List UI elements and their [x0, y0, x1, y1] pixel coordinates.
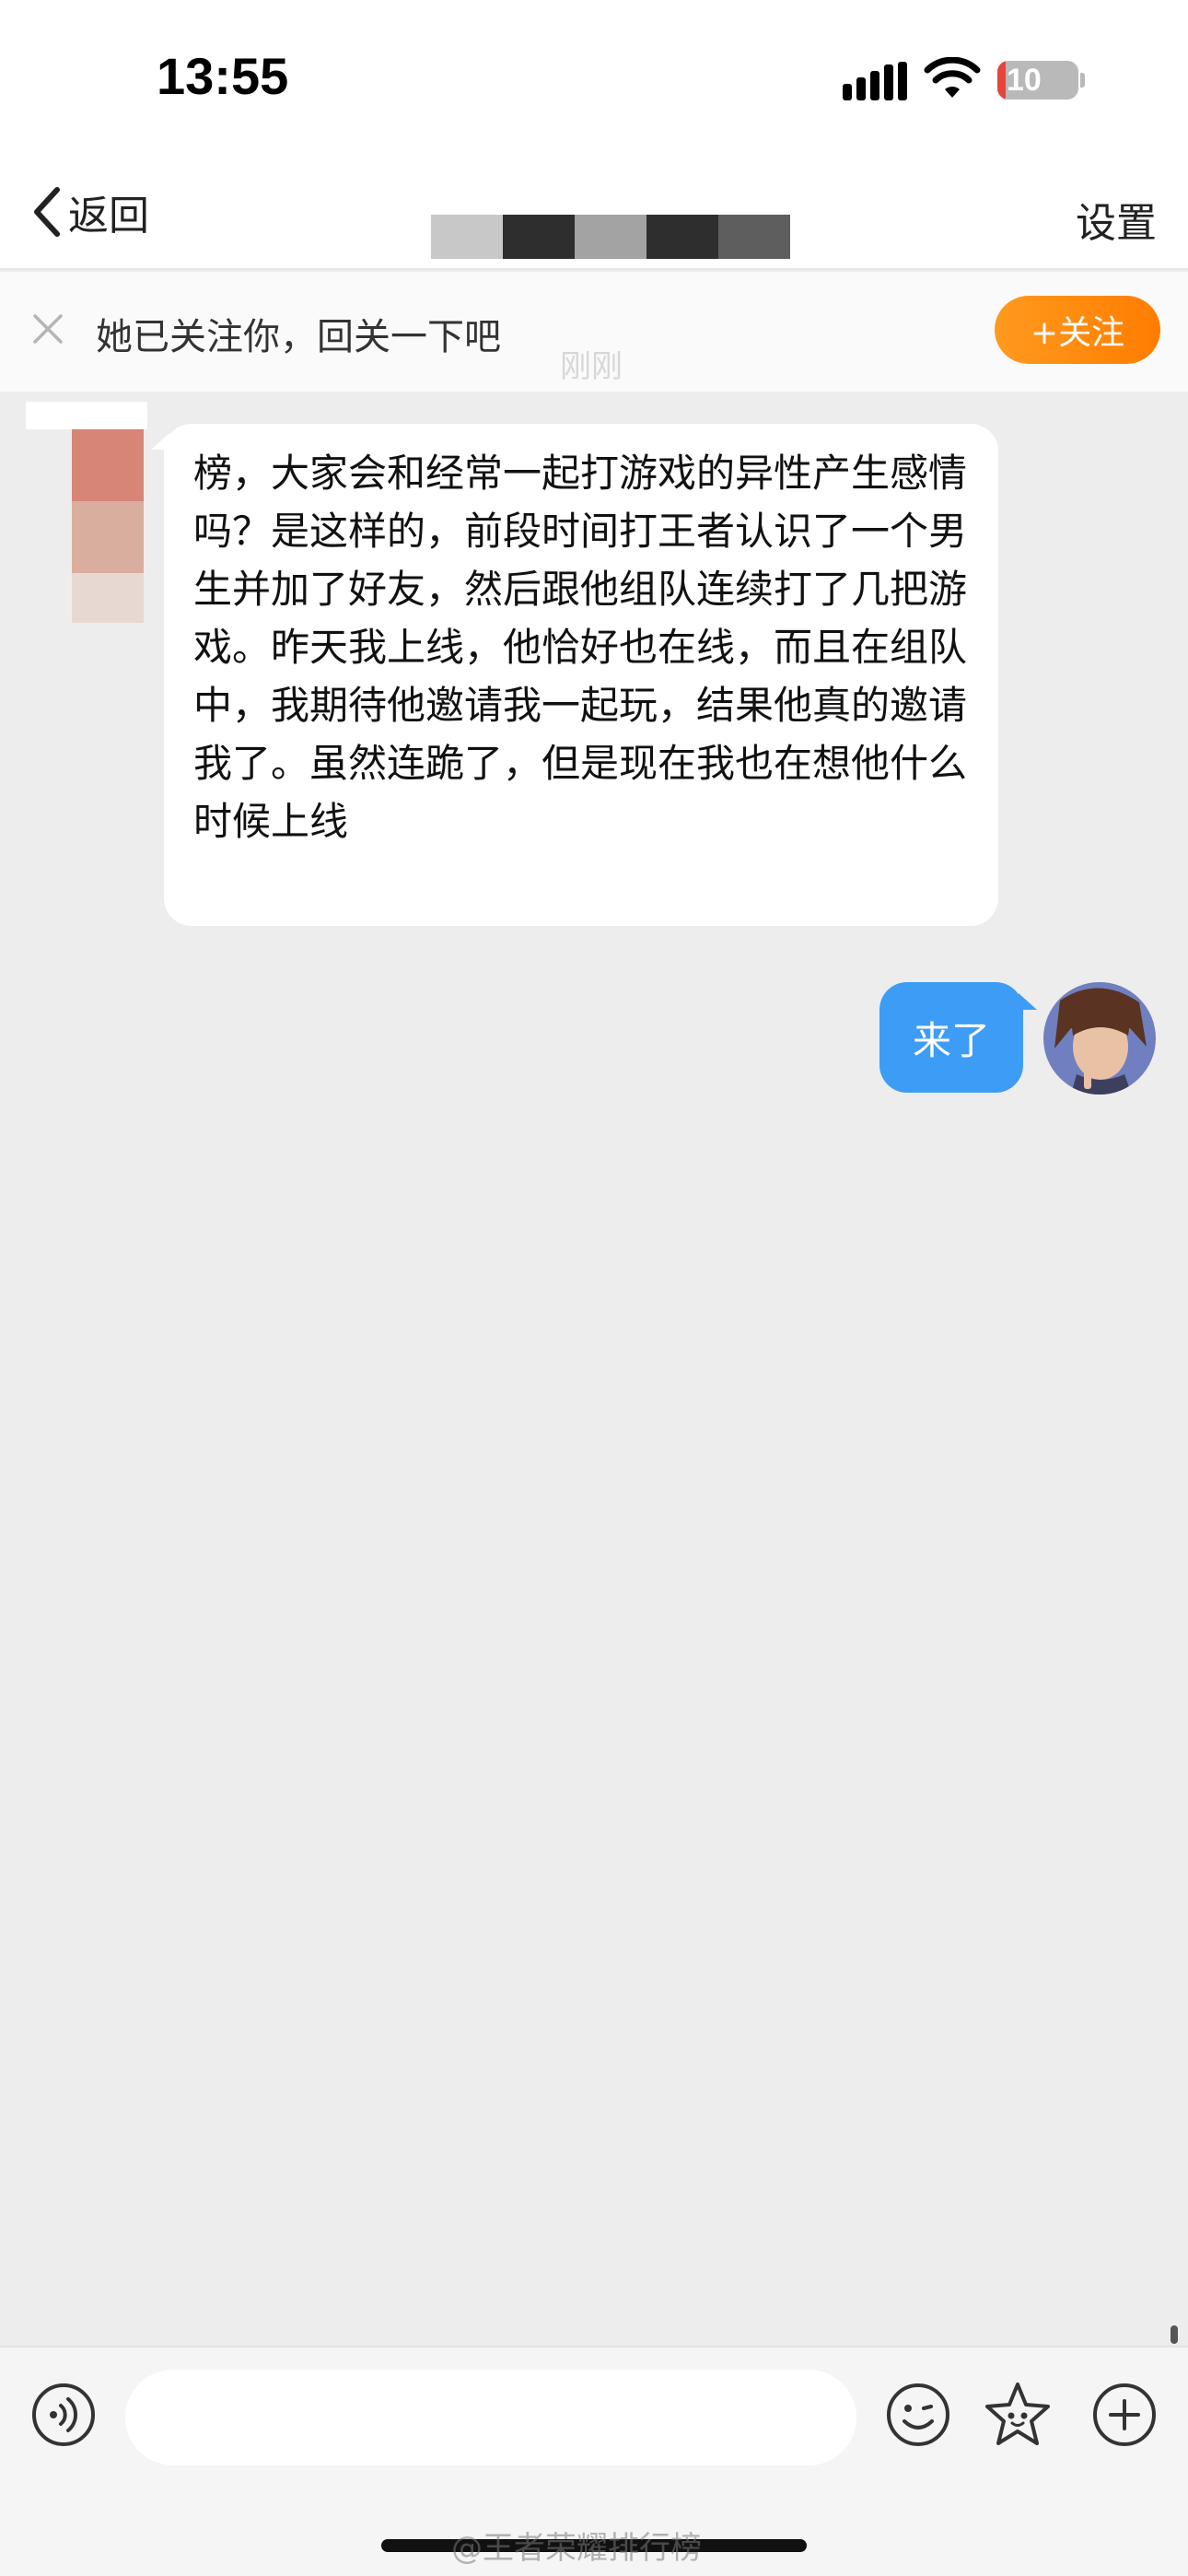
message-input[interactable] — [125, 2370, 856, 2465]
chevron-left-icon — [34, 187, 60, 237]
my-avatar[interactable] — [1043, 982, 1156, 1095]
pixelated-contact-name — [431, 215, 790, 259]
message-timestamp: 刚刚 — [560, 348, 623, 385]
follow-prompt-text: 她已关注你，回关一下吧 — [96, 316, 501, 358]
plus-icon[interactable] — [1092, 2383, 1157, 2447]
battery-fill — [997, 61, 1006, 100]
battery-level: 10 — [1007, 63, 1042, 98]
status-time: 13:55 — [157, 47, 289, 105]
star-icon[interactable] — [984, 2381, 1052, 2447]
back-label: 返回 — [68, 193, 149, 240]
scrollbar[interactable] — [1171, 2325, 1178, 2344]
wifi-icon — [924, 57, 981, 98]
settings-button[interactable]: 设置 — [1076, 190, 1157, 249]
sender-avatar[interactable] — [26, 402, 147, 623]
avatar-mosaic-block — [26, 402, 147, 429]
emoji-icon[interactable] — [886, 2383, 950, 2447]
avatar-mosaic-block — [72, 429, 144, 501]
back-button[interactable]: 返回 — [29, 182, 149, 241]
bubble-tail — [1019, 993, 1037, 1010]
nav-bar: 返回 设置 — [0, 157, 1188, 270]
status-bar: 13:55 10 — [0, 0, 1188, 157]
cellular-signal-icon — [843, 62, 907, 100]
follow-button[interactable]: +关注 — [995, 296, 1160, 364]
voice-icon[interactable] — [31, 2383, 96, 2447]
battery-icon: 10 — [997, 61, 1078, 100]
avatar-mosaic-block — [72, 501, 144, 573]
battery-cap — [1080, 73, 1085, 88]
close-icon[interactable] — [29, 310, 66, 347]
avatar-mosaic-block — [72, 573, 144, 623]
outgoing-message-bubble[interactable]: 来了 — [879, 982, 1023, 1093]
watermark: @王者荣耀排行榜 — [451, 2530, 702, 2567]
incoming-message-bubble[interactable]: 榜，大家会和经常一起打游戏的异性产生感情吗？是这样的，前段时间打王者认识了一个男… — [164, 424, 998, 926]
